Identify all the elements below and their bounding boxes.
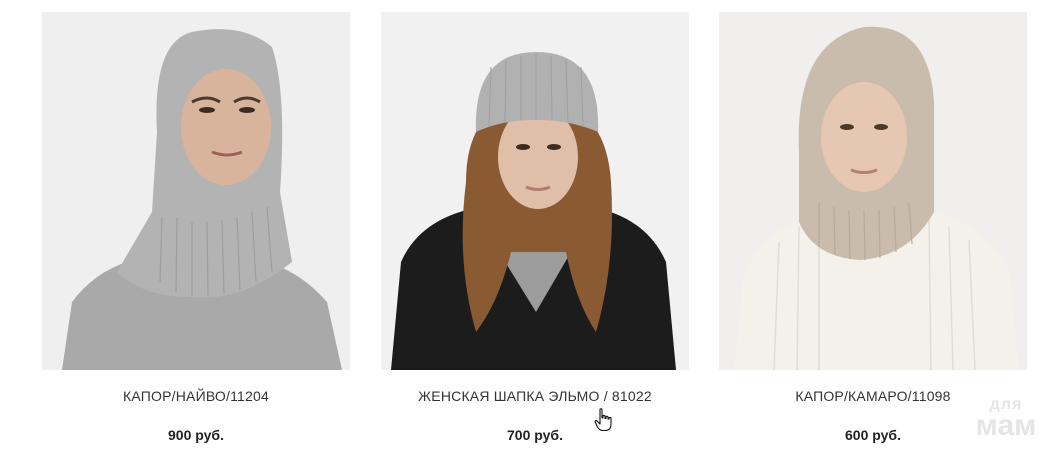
watermark-line2: мам <box>975 409 1037 442</box>
product-price: 700 руб. <box>507 427 563 443</box>
hand-pointer-cursor-icon <box>594 408 612 432</box>
product-image-grey-hood <box>42 12 350 370</box>
site-watermark: для мам <box>966 397 1046 441</box>
product-image-grey-beanie <box>381 12 689 370</box>
product-photo[interactable] <box>381 12 689 370</box>
product-grid: КАПОР/НАЙВО/11204 900 руб. ЖЕНСКАЯ ШАПКА… <box>0 0 1061 453</box>
product-photo[interactable] <box>42 12 350 370</box>
product-image-beige-hood <box>719 12 1027 370</box>
product-title[interactable]: ЖЕНСКАЯ ШАПКА ЭЛЬМО / 81022 <box>381 388 689 404</box>
product-photo[interactable] <box>719 12 1027 370</box>
product-price: 900 руб. <box>168 427 224 443</box>
product-card[interactable]: КАПОР/КАМАРО/11098 600 руб. <box>719 12 1027 452</box>
product-card[interactable]: ЖЕНСКАЯ ШАПКА ЭЛЬМО / 81022 700 руб. <box>381 12 689 452</box>
product-title[interactable]: КАПОР/НАЙВО/11204 <box>42 388 350 404</box>
product-card[interactable]: КАПОР/НАЙВО/11204 900 руб. <box>42 12 350 452</box>
